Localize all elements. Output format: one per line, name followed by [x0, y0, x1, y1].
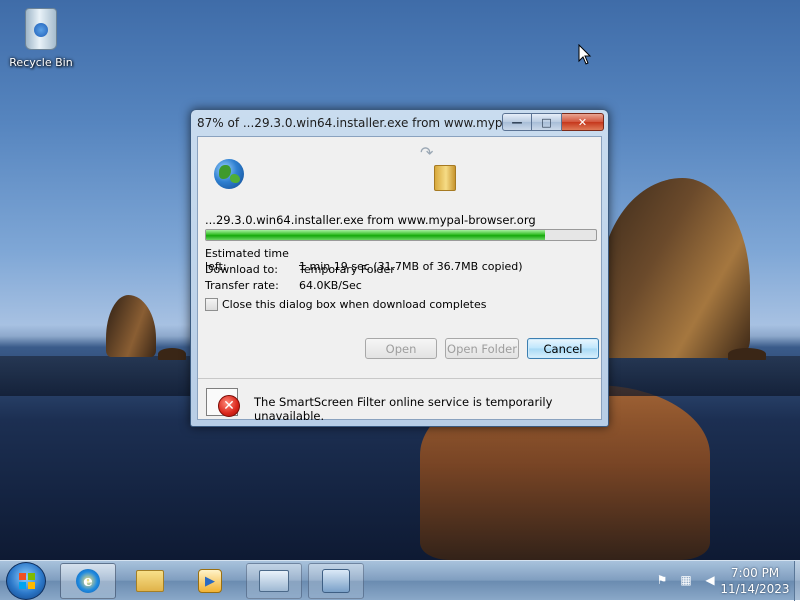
dialog-client-area: ↷ ...29.3.0.win64.installer.exe from www…	[197, 136, 602, 423]
rock-fragment-left	[158, 348, 186, 360]
close-when-done-label[interactable]: Close this dialog box when download comp…	[222, 298, 486, 311]
system-clock[interactable]: 7:00 PM 11/14/2023	[720, 565, 790, 597]
clock-time: 7:00 PM	[730, 566, 780, 580]
taskbar-media-player[interactable]: ▶	[182, 563, 238, 599]
media-player-icon: ▶	[198, 569, 222, 593]
internet-explorer-icon: e	[76, 569, 100, 593]
close-when-done-checkbox[interactable]	[205, 298, 218, 311]
error-icon: ✕	[218, 395, 240, 417]
small-sea-rock	[106, 295, 156, 357]
transfer-rate-label: Transfer rate:	[205, 279, 279, 292]
keyboard-icon	[259, 570, 289, 592]
control-panel-icon	[322, 569, 350, 593]
close-button[interactable]: ✕	[562, 113, 604, 131]
download-to-label: Download to:	[205, 263, 278, 276]
maximize-button[interactable]: □	[532, 113, 562, 131]
progress-bar-fill	[206, 230, 546, 240]
network-icon[interactable]: ▦	[678, 571, 694, 589]
cancel-button[interactable]: Cancel	[527, 338, 599, 359]
download-filename: ...29.3.0.win64.installer.exe from www.m…	[205, 213, 536, 227]
recycle-bin-icon	[25, 8, 57, 50]
system-tray: ⚑ ▦ ◀	[654, 571, 718, 589]
open-button[interactable]: Open	[365, 338, 437, 359]
close-when-done-row[interactable]: Close this dialog box when download comp…	[205, 298, 486, 311]
start-button[interactable]	[6, 562, 46, 600]
download-arrow-icon: ↷	[420, 143, 434, 162]
show-desktop-button[interactable]	[794, 561, 800, 601]
open-folder-button[interactable]: Open Folder	[445, 338, 519, 359]
download-dialog: 87% of ...29.3.0.win64.installer.exe fro…	[190, 109, 609, 427]
taskbar-windows-explorer[interactable]	[122, 563, 178, 599]
caption-buttons: — □ ✕	[502, 113, 604, 131]
volume-muted-icon[interactable]: ◀	[702, 571, 718, 589]
download-to-value: Temporary Folder	[299, 263, 395, 276]
folder-icon	[434, 165, 456, 191]
minimize-button[interactable]: —	[502, 113, 532, 131]
dialog-title: 87% of ...29.3.0.win64.installer.exe fro…	[197, 116, 507, 130]
dialog-titlebar[interactable]: 87% of ...29.3.0.win64.installer.exe fro…	[191, 110, 608, 136]
folder-icon	[136, 570, 164, 592]
transfer-rate-row: Transfer rate: 64.0KB/Sec	[205, 279, 362, 292]
taskbar: e ▶ ⚑ ▦ ◀ 7:00 PM 11/14/2023	[0, 560, 800, 601]
clock-date: 11/14/2023	[720, 582, 790, 596]
taskbar-control-panel[interactable]	[308, 563, 364, 599]
globe-icon	[214, 159, 244, 189]
download-progress-bar	[205, 229, 597, 241]
action-center-flag-icon[interactable]: ⚑	[654, 571, 670, 589]
transfer-rate-value: 64.0KB/Sec	[299, 279, 362, 292]
rock-fragment-right	[728, 348, 766, 360]
smartscreen-panel: ✕ The SmartScreen Filter online service …	[198, 379, 601, 423]
taskbar-onscreen-keyboard[interactable]	[246, 563, 302, 599]
download-to-row: Download to: Temporary Folder	[205, 263, 395, 276]
large-sea-rock	[600, 178, 750, 358]
taskbar-internet-explorer[interactable]: e	[60, 563, 116, 599]
recycle-bin-label: Recycle Bin	[9, 56, 73, 69]
smartscreen-message: The SmartScreen Filter online service is…	[254, 395, 553, 423]
recycle-bin-desktop-icon[interactable]: Recycle Bin	[6, 8, 76, 69]
